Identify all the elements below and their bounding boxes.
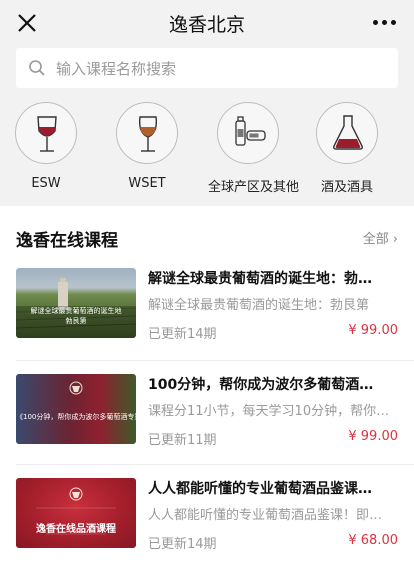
category-esw[interactable]: ESW: [6, 102, 86, 191]
vineyard-illustration: [16, 278, 136, 338]
course-thumbnail: 逸香在线品酒课程: [16, 478, 136, 548]
course-updated: 已更新14期: [148, 327, 217, 342]
course-card[interactable]: 解谜全球最贵葡萄酒的诞生地 勃艮第 解谜全球最贵葡萄酒的诞生地：勃… 解谜全球最…: [0, 268, 414, 358]
category-wset[interactable]: WSET: [107, 102, 187, 191]
course-description: 课程分11小节，每天学习10分钟，帮你…: [148, 404, 390, 419]
course-description: 解谜全球最贵葡萄酒的诞生地：勃艮第: [148, 298, 370, 313]
course-title: 解谜全球最贵葡萄酒的诞生地：勃…: [148, 271, 372, 287]
thumbnail-caption-2: 勃艮第: [65, 317, 87, 325]
category-global-regions[interactable]: 全球产区及其他: [208, 102, 300, 195]
search-icon: [29, 60, 45, 76]
thumbnail-caption: 解谜全球最贵葡萄酒的诞生地: [30, 307, 122, 315]
section-title: 逸香在线课程: [16, 231, 118, 251]
more-button[interactable]: [373, 20, 396, 25]
crest-illustration: [69, 381, 83, 395]
more-dots-icon: [373, 20, 378, 25]
divider: [16, 360, 414, 361]
chevron-right-icon: ›: [392, 232, 398, 247]
thumbnail-caption: 《100分钟，帮你成为波尔多葡萄酒专家》: [16, 413, 136, 421]
thumbnail-caption: 逸香在线品酒课程: [36, 524, 116, 535]
title-bar: 逸香北京: [0, 0, 414, 46]
course-price: ¥ 68.00: [348, 533, 398, 548]
category-label: 酒及酒具: [320, 180, 373, 195]
red-wine-glass-icon: [37, 116, 57, 152]
course-thumbnail: 《100分钟，帮你成为波尔多葡萄酒专家》: [16, 374, 136, 444]
amber-wine-glass-icon: [138, 116, 158, 152]
category-wine-tools[interactable]: 酒及酒具: [307, 102, 387, 195]
course-price: ¥ 99.00: [348, 323, 398, 338]
page-title: 逸香北京: [168, 14, 245, 36]
category-label: ESW: [31, 176, 61, 191]
divider: [16, 464, 414, 465]
view-all-label: 全部: [362, 232, 389, 247]
header-panel: 输入课程名称搜索 ESW WSET 全球产区及其他 酒及酒具: [0, 46, 414, 206]
search-placeholder: 输入课程名称搜索: [56, 60, 177, 78]
category-label: 全球产区及其他: [208, 180, 300, 195]
category-row: ESW WSET 全球产区及其他 酒及酒具: [0, 102, 414, 202]
course-description: 人人都能听懂的专业葡萄酒品鉴课！即…: [148, 508, 383, 523]
course-price: ¥ 99.00: [348, 429, 398, 444]
crest-illustration: [36, 487, 116, 535]
category-label: WSET: [128, 176, 166, 191]
decanter-flask-icon: [333, 115, 363, 150]
course-card[interactable]: 逸香在线品酒课程 人人都能听懂的专业葡萄酒品鉴课… 人人都能听懂的专业葡萄酒品鉴…: [0, 478, 414, 566]
search-input[interactable]: 输入课程名称搜索: [16, 48, 398, 88]
wine-bottles-icon: [235, 116, 266, 146]
course-card[interactable]: 《100分钟，帮你成为波尔多葡萄酒专家》 100分钟，帮你成为波尔多葡萄酒… 课…: [0, 374, 414, 464]
course-updated: 已更新11期: [148, 433, 217, 448]
course-updated: 已更新14期: [148, 537, 217, 552]
course-thumbnail: 解谜全球最贵葡萄酒的诞生地 勃艮第: [16, 268, 136, 338]
course-title: 100分钟，帮你成为波尔多葡萄酒…: [148, 377, 374, 393]
view-all-link[interactable]: 全部 ›: [363, 228, 398, 247]
course-title: 人人都能听懂的专业葡萄酒品鉴课…: [148, 481, 372, 497]
online-courses-section: 逸香在线课程 全部 › 解谜全球最贵葡萄酒的诞生地 勃艮第 解谜全球最贵葡萄酒的诞…: [0, 206, 414, 566]
